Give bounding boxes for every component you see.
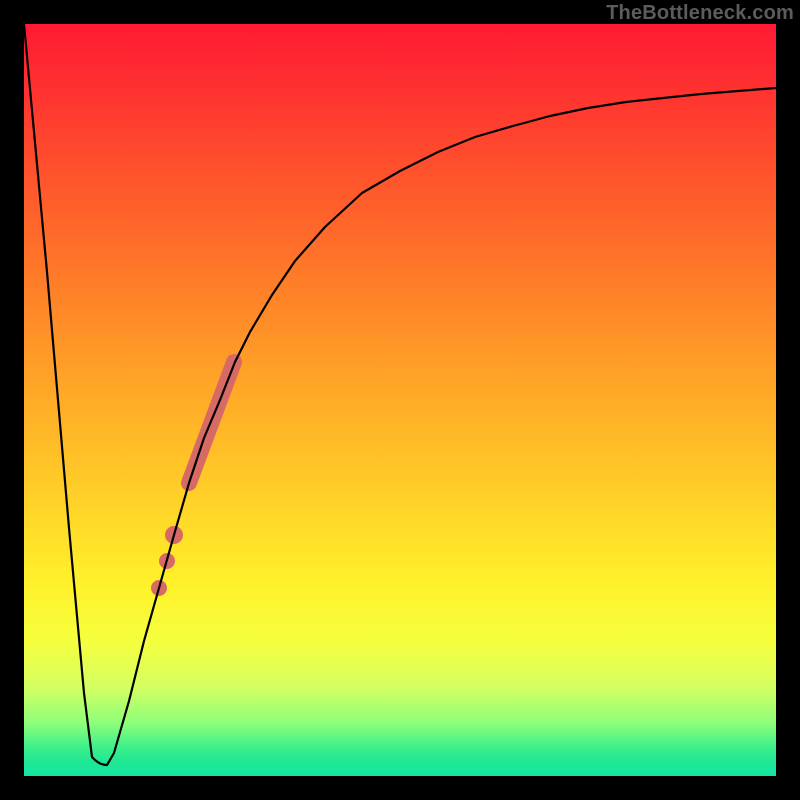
attribution-text: TheBottleneck.com	[606, 2, 794, 25]
chart-svg	[24, 24, 776, 776]
plot-area	[24, 24, 776, 776]
chart-frame: TheBottleneck.com	[0, 0, 800, 800]
bottleneck-curve	[24, 24, 776, 765]
